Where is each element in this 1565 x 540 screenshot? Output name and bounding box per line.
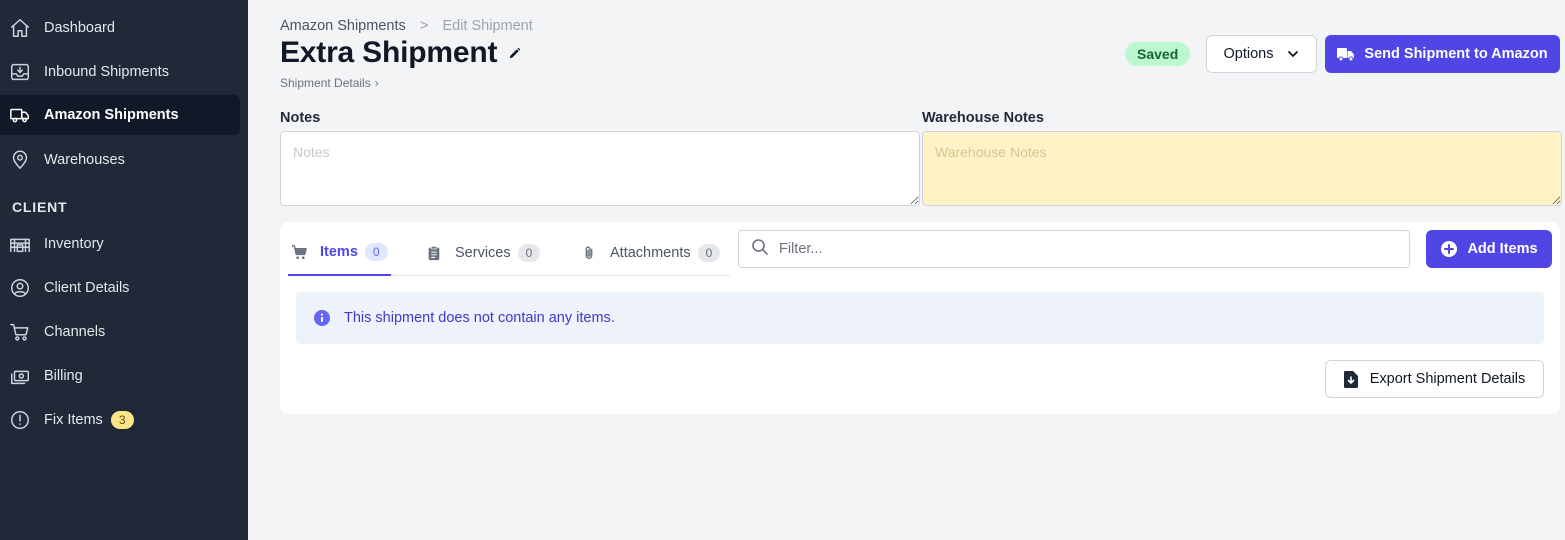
sidebar-item-channels[interactable]: Channels (0, 312, 240, 352)
sidebar-item-label: Client Details (44, 280, 130, 296)
send-shipment-button[interactable]: Send Shipment to Amazon (1325, 35, 1560, 73)
sidebar-item-label: Billing (44, 368, 83, 384)
sidebar-item-inventory[interactable]: Inventory (0, 224, 240, 264)
sidebar-item-label: Fix Items (44, 412, 103, 428)
filter-input[interactable] (779, 241, 1379, 257)
empty-items-alert: This shipment does not contain any items… (296, 292, 1544, 344)
warehouse-notes-label: Warehouse Notes (922, 110, 1044, 126)
tab-items-label: Items (320, 244, 358, 260)
send-shipment-label: Send Shipment to Amazon (1364, 46, 1548, 62)
truck-icon (8, 103, 32, 127)
breadcrumb-current: Edit Shipment (442, 17, 533, 34)
sidebar-section-client: CLIENT (12, 199, 68, 215)
sidebar: Dashboard Inbound Shipments Amazon Shipm… (0, 0, 248, 540)
sidebar-item-warehouses[interactable]: Warehouses (0, 140, 240, 180)
notes-textarea[interactable] (280, 131, 920, 206)
empty-items-message: This shipment does not contain any items… (344, 310, 615, 326)
tab-attachments[interactable]: Attachments 0 (581, 230, 721, 276)
map-pin-icon (8, 148, 32, 172)
status-badge: Saved (1125, 42, 1191, 66)
inbox-download-icon (8, 60, 32, 84)
sidebar-item-label: Inbound Shipments (44, 64, 169, 80)
breadcrumb-separator: > (419, 17, 429, 34)
breadcrumb-amazon-shipments[interactable]: Amazon Shipments (280, 18, 406, 34)
add-items-button[interactable]: Add Items (1426, 230, 1552, 268)
breadcrumb: Amazon Shipments > Edit Shipment (280, 17, 533, 34)
options-button[interactable]: Options (1206, 35, 1317, 73)
sidebar-item-billing[interactable]: Billing (0, 356, 240, 396)
fix-items-count-badge: 3 (110, 411, 134, 429)
filter-field[interactable] (738, 230, 1410, 268)
title-row: Extra Shipment (280, 36, 523, 70)
sidebar-item-client-details[interactable]: Client Details (0, 268, 240, 308)
user-circle-icon (8, 276, 32, 300)
tab-services-count: 0 (517, 244, 541, 262)
page-title: Extra Shipment (280, 36, 498, 69)
tab-attachments-label: Attachments (610, 245, 691, 261)
sidebar-item-dashboard[interactable]: Dashboard (0, 8, 240, 48)
cart-icon (8, 320, 32, 344)
sidebar-item-fix-items[interactable]: Fix Items 3 (0, 400, 240, 440)
warehouse-icon (8, 232, 32, 256)
chevron-down-icon (1287, 48, 1299, 60)
shipment-details-link[interactable]: Shipment Details › (280, 76, 379, 90)
paperclip-icon (581, 244, 599, 262)
tab-attachments-count: 0 (697, 244, 721, 262)
options-label: Options (1223, 46, 1274, 62)
info-icon (314, 310, 330, 326)
sidebar-item-label: Channels (44, 324, 106, 340)
sidebar-item-amazon-shipments[interactable]: Amazon Shipments (0, 95, 240, 135)
tab-bar: Items 0 Services 0 Attachments 0 (288, 230, 730, 276)
plus-circle-icon (1440, 240, 1458, 258)
home-icon (8, 16, 32, 40)
cash-icon (8, 364, 32, 388)
sidebar-item-inbound-shipments[interactable]: Inbound Shipments (0, 52, 240, 92)
sidebar-item-label: Inventory (44, 236, 104, 252)
search-icon (751, 238, 769, 261)
tab-services[interactable]: Services 0 (426, 230, 541, 276)
truck-icon (1337, 46, 1355, 62)
tab-items-count: 0 (364, 243, 388, 261)
add-items-label: Add Items (1467, 241, 1538, 257)
cart-icon (291, 243, 309, 261)
clipboard-icon (426, 244, 444, 262)
export-shipment-details-label: Export Shipment Details (1369, 371, 1526, 387)
shipment-details-label: Shipment Details (280, 76, 371, 90)
notes-label: Notes (280, 110, 321, 126)
sidebar-item-label: Amazon Shipments (44, 107, 179, 123)
warehouse-notes-textarea[interactable] (922, 131, 1562, 206)
tab-items[interactable]: Items 0 (288, 230, 391, 276)
sidebar-item-label: Warehouses (44, 152, 125, 168)
sidebar-item-label: Dashboard (44, 20, 115, 36)
pencil-icon[interactable] (507, 45, 523, 61)
file-download-icon (1343, 370, 1358, 388)
export-shipment-details-button[interactable]: Export Shipment Details (1325, 360, 1544, 398)
shipment-items-card: Items 0 Services 0 Attachments 0 Add Ite… (280, 222, 1560, 414)
chevron-right-icon: › (374, 76, 379, 90)
tab-services-label: Services (455, 245, 511, 261)
alert-circle-icon (8, 408, 32, 432)
